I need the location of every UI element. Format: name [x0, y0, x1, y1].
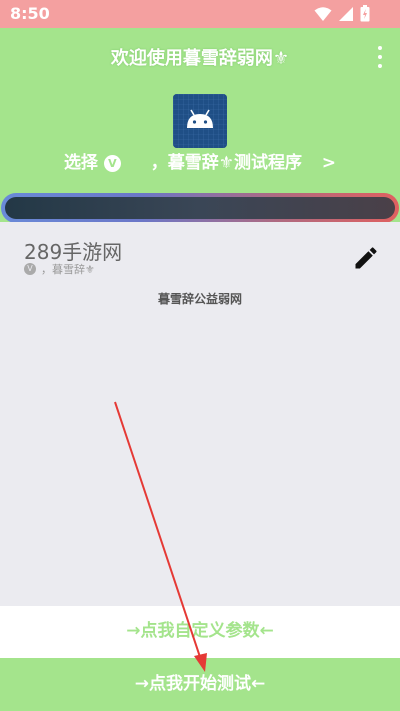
- game-subtitle-row: V ，暮雪辞⚜: [24, 261, 95, 277]
- verified-badge: V: [103, 154, 121, 172]
- page-title: 欢迎使用暮雪辞弱网⚜: [110, 48, 290, 69]
- status-bar: 8:50: [0, 0, 400, 28]
- status-time: 8:50: [10, 4, 50, 23]
- select-program-row[interactable]: 选择 V ，暮雪辞⚜测试程序 >: [0, 148, 400, 173]
- pencil-icon[interactable]: [352, 244, 380, 272]
- progress-track: [5, 197, 395, 219]
- status-icons: [314, 5, 370, 22]
- app-header: 欢迎使用暮雪辞弱网⚜: [0, 28, 400, 84]
- game-subtitle: ，暮雪辞⚜: [41, 263, 95, 276]
- wifi-icon: [314, 6, 332, 21]
- more-vert-icon[interactable]: [376, 46, 384, 68]
- program-name: ，暮雪辞⚜测试程序: [150, 153, 302, 173]
- chevron-right-icon: >: [321, 153, 337, 173]
- custom-params-button[interactable]: →点我自定义参数←: [0, 606, 400, 658]
- signal-icon: [339, 6, 353, 21]
- progress-bar: [1, 193, 399, 223]
- game-panel: 289手游网 V ，暮雪辞⚜ 暮雪辞公益弱网: [0, 222, 400, 606]
- select-label: 选择: [63, 153, 98, 173]
- start-test-button[interactable]: →点我开始测试←: [0, 658, 400, 711]
- battery-icon: [360, 5, 370, 22]
- verified-badge-small: V: [24, 263, 36, 275]
- panel-note: 暮雪辞公益弱网: [157, 292, 242, 306]
- android-icon[interactable]: [173, 94, 227, 148]
